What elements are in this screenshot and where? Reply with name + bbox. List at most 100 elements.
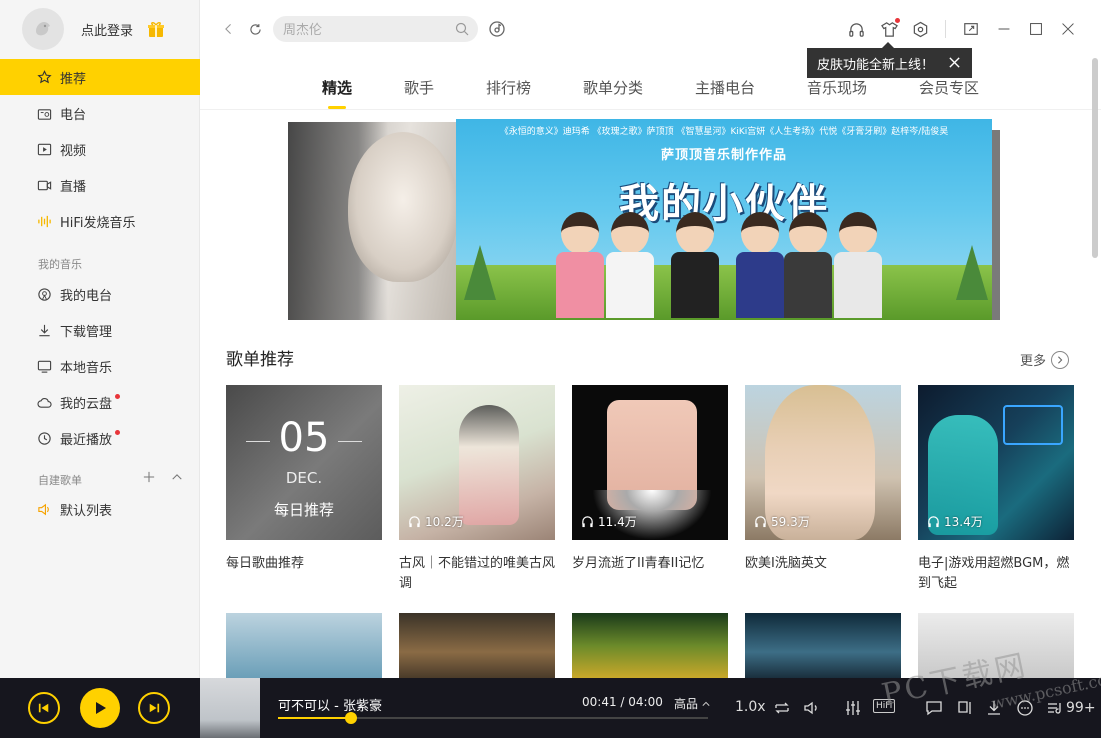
sidebar-item-local-music[interactable]: 本地音乐 <box>0 348 200 384</box>
my-radio-icon <box>36 286 52 302</box>
now-playing-cover[interactable] <box>200 678 260 738</box>
search-box[interactable] <box>273 16 478 42</box>
banner-side-image[interactable] <box>288 122 458 320</box>
playlist-card-daily[interactable]: 05 DEC. 每日推荐 每日歌曲推荐 <box>226 385 382 574</box>
lyrics-icon[interactable] <box>956 699 974 717</box>
playlist-card[interactable]: 11.4万 岁月流逝了II青春II记忆 <box>572 385 728 574</box>
music-recognize-icon[interactable] <box>488 20 506 38</box>
next-track-button[interactable] <box>138 692 170 724</box>
back-arrow-icon[interactable] <box>220 20 238 38</box>
sidebar-item-label: 电台 <box>60 107 87 123</box>
skin-shirt-icon[interactable] <box>880 18 900 38</box>
card-title[interactable]: 古风｜不能错过的唯美古风调 <box>399 554 555 594</box>
card-title[interactable]: 欧美I洗脑英文 <box>745 554 901 574</box>
playlist-cover[interactable]: 10.2万 <box>399 385 555 540</box>
scrollbar-thumb[interactable] <box>1092 58 1098 258</box>
playlist-cover[interactable]: 59.3万 <box>745 385 901 540</box>
tab-featured[interactable]: 精选 <box>322 77 352 98</box>
playlist-card-row2[interactable] <box>399 613 555 678</box>
sidebar-item-cloud[interactable]: 我的云盘 <box>0 384 200 420</box>
more-link[interactable]: 更多 <box>1020 350 1070 369</box>
sidebar-item-recommend[interactable]: 推荐 <box>0 59 200 95</box>
playlist-card[interactable]: 13.4万 电子|游戏用超燃BGM，燃到飞起 <box>918 385 1074 594</box>
playlist-cover[interactable]: 13.4万 <box>918 385 1074 540</box>
sidebar-item-live[interactable]: 直播 <box>0 167 200 203</box>
user-login-row[interactable]: 点此登录 <box>22 8 165 50</box>
card-title[interactable]: 岁月流逝了II青春II记忆 <box>572 554 728 574</box>
maximize-icon[interactable] <box>1027 20 1045 38</box>
playlist-card-row2[interactable] <box>226 613 382 678</box>
close-window-icon[interactable] <box>1059 20 1077 38</box>
comment-icon[interactable] <box>925 699 943 717</box>
tab-singers[interactable]: 歌手 <box>404 77 434 98</box>
repeat-icon[interactable] <box>773 699 791 717</box>
sidebar-item-my-radio[interactable]: 我的电台 <box>0 276 200 312</box>
collapse-chevron-icon[interactable] <box>170 470 184 484</box>
progress-knob[interactable] <box>345 712 358 724</box>
tab-charts[interactable]: 排行榜 <box>486 77 531 98</box>
sidebar-item-downloads[interactable]: 下载管理 <box>0 312 200 348</box>
cover-figure <box>459 405 519 525</box>
sidebar-item-hifi[interactable]: HiFi发烧音乐 <box>0 203 200 239</box>
search-icon[interactable] <box>455 22 469 36</box>
playlist-card[interactable]: 10.2万 古风｜不能错过的唯美古风调 <box>399 385 555 594</box>
previous-icon <box>38 703 49 713</box>
tab-anchor-radio[interactable]: 主播电台 <box>695 77 755 98</box>
progress-bar[interactable] <box>278 712 708 724</box>
hifi-wave-icon <box>36 213 52 229</box>
more-label: 更多 <box>1020 354 1047 369</box>
sidebar-item-label: 我的云盘 <box>60 396 113 412</box>
hifi-button[interactable]: HiFi <box>873 699 896 713</box>
playlist-controls <box>142 470 184 484</box>
star-icon <box>36 69 52 85</box>
speed-button[interactable]: 1.0x <box>735 699 766 715</box>
refresh-icon[interactable] <box>246 20 264 38</box>
mini-mode-icon[interactable] <box>962 20 980 38</box>
scrollbar[interactable] <box>1092 58 1098 678</box>
tab-vip-zone[interactable]: 会员专区 <box>919 77 979 98</box>
playlist-card-row2[interactable] <box>745 613 901 678</box>
banner-person <box>606 212 654 320</box>
card-title[interactable]: 电子|游戏用超燃BGM，燃到飞起 <box>918 554 1074 594</box>
hifi-label: HiFi <box>873 699 896 713</box>
sidebar-item-label: 本地音乐 <box>60 360 113 376</box>
avatar[interactable] <box>22 8 64 50</box>
gift-icon[interactable] <box>147 20 165 38</box>
more-options-icon[interactable] <box>1016 699 1034 717</box>
headphone-icon <box>755 516 766 528</box>
play-button[interactable] <box>80 688 120 728</box>
settings-gear-icon[interactable] <box>911 20 929 38</box>
login-link[interactable]: 点此登录 <box>81 20 133 39</box>
tab-playlist-categories[interactable]: 歌单分类 <box>583 77 643 98</box>
quality-selector[interactable]: 高品 <box>674 695 710 712</box>
tooltip-close-icon[interactable] <box>948 56 962 70</box>
now-playing-title[interactable]: 可不可以 - 张紫豪 <box>278 695 382 714</box>
headphone-icon[interactable] <box>847 20 865 38</box>
volume-icon[interactable] <box>803 699 821 717</box>
play-count: 59.3万 <box>754 513 810 530</box>
daily-cover[interactable]: 05 DEC. 每日推荐 <box>226 385 382 540</box>
playlist-card-row2[interactable] <box>918 613 1074 678</box>
sidebar-item-radio[interactable]: 电台 <box>0 95 200 131</box>
minimize-icon[interactable] <box>995 20 1013 38</box>
search-input[interactable] <box>283 21 453 37</box>
sidebar-item-recent[interactable]: 最近播放 <box>0 420 200 456</box>
sidebar-item-default-list[interactable]: 默认列表 <box>0 491 200 527</box>
tab-live-music[interactable]: 音乐现场 <box>807 77 867 98</box>
banner-main[interactable]: 《永恒的意义》迪玛希 《玫瑰之歌》萨顶顶 《智慧星河》KiKi宫妍《人生考场》代… <box>456 119 992 320</box>
playlist-card[interactable]: 59.3万 欧美I洗脑英文 <box>745 385 901 574</box>
download-song-icon[interactable] <box>985 699 1003 717</box>
playlist-card-row2[interactable] <box>572 613 728 678</box>
add-playlist-icon[interactable] <box>142 470 156 484</box>
sidebar-item-video[interactable]: 视频 <box>0 131 200 167</box>
playlist-cover[interactable]: 11.4万 <box>572 385 728 540</box>
section-title: 歌单推荐 <box>226 350 294 370</box>
chevron-right-icon <box>1051 350 1070 369</box>
equalizer-icon[interactable] <box>844 699 862 717</box>
active-tab-indicator <box>328 106 346 109</box>
playlist-queue-button[interactable]: 99+ <box>1046 699 1096 717</box>
card-title[interactable]: 每日歌曲推荐 <box>226 554 382 574</box>
banner-headline: 我的小伙伴 <box>619 181 829 227</box>
banner-next-image[interactable] <box>992 130 1000 320</box>
previous-track-button[interactable] <box>28 692 60 724</box>
